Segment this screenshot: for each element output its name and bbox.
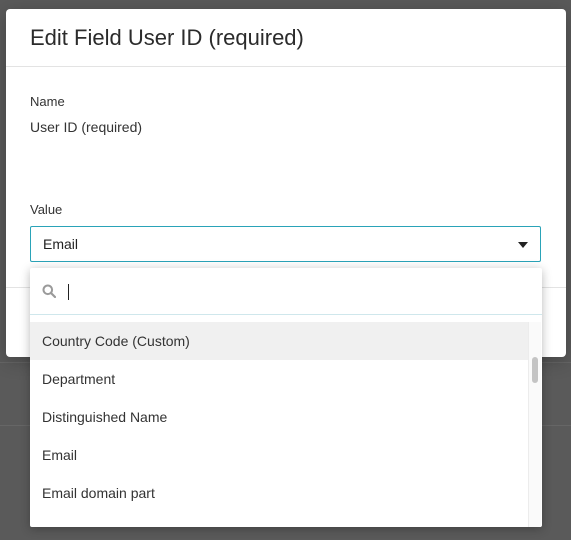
caret-down-icon [518, 242, 528, 248]
value-dropdown-menu: Country Code (Custom) Department Disting… [30, 268, 542, 527]
name-value: User ID (required) [30, 119, 143, 135]
value-label: Value [30, 202, 63, 217]
dropdown-option[interactable]: Email [30, 436, 528, 474]
dialog-header: Edit Field User ID (required) [6, 9, 566, 67]
dropdown-search [30, 268, 542, 315]
dropdown-option-label: Country Code (Custom) [42, 333, 190, 349]
dropdown-search-input[interactable] [66, 283, 486, 299]
dropdown-option-label: Email domain part [42, 485, 155, 501]
value-select[interactable]: Email [30, 226, 541, 262]
dialog-title: Edit Field User ID (required) [30, 24, 304, 50]
dropdown-options-list: Country Code (Custom) Department Disting… [30, 322, 528, 527]
dropdown-option[interactable]: Email domain part [30, 474, 528, 512]
dropdown-scrollbar[interactable] [528, 322, 541, 527]
dropdown-option[interactable]: Country Code (Custom) [30, 322, 528, 360]
scrollbar-thumb[interactable] [532, 357, 538, 383]
text-cursor [68, 284, 69, 300]
select-current-value: Email [43, 236, 79, 252]
dropdown-option-label: Distinguished Name [42, 409, 168, 425]
dropdown-option-label: Email [42, 447, 78, 463]
dropdown-option-label: Department [42, 371, 116, 387]
dropdown-option[interactable]: Department [30, 360, 528, 398]
search-icon [42, 284, 56, 298]
name-label: Name [30, 94, 65, 109]
dropdown-option[interactable]: Distinguished Name [30, 398, 528, 436]
